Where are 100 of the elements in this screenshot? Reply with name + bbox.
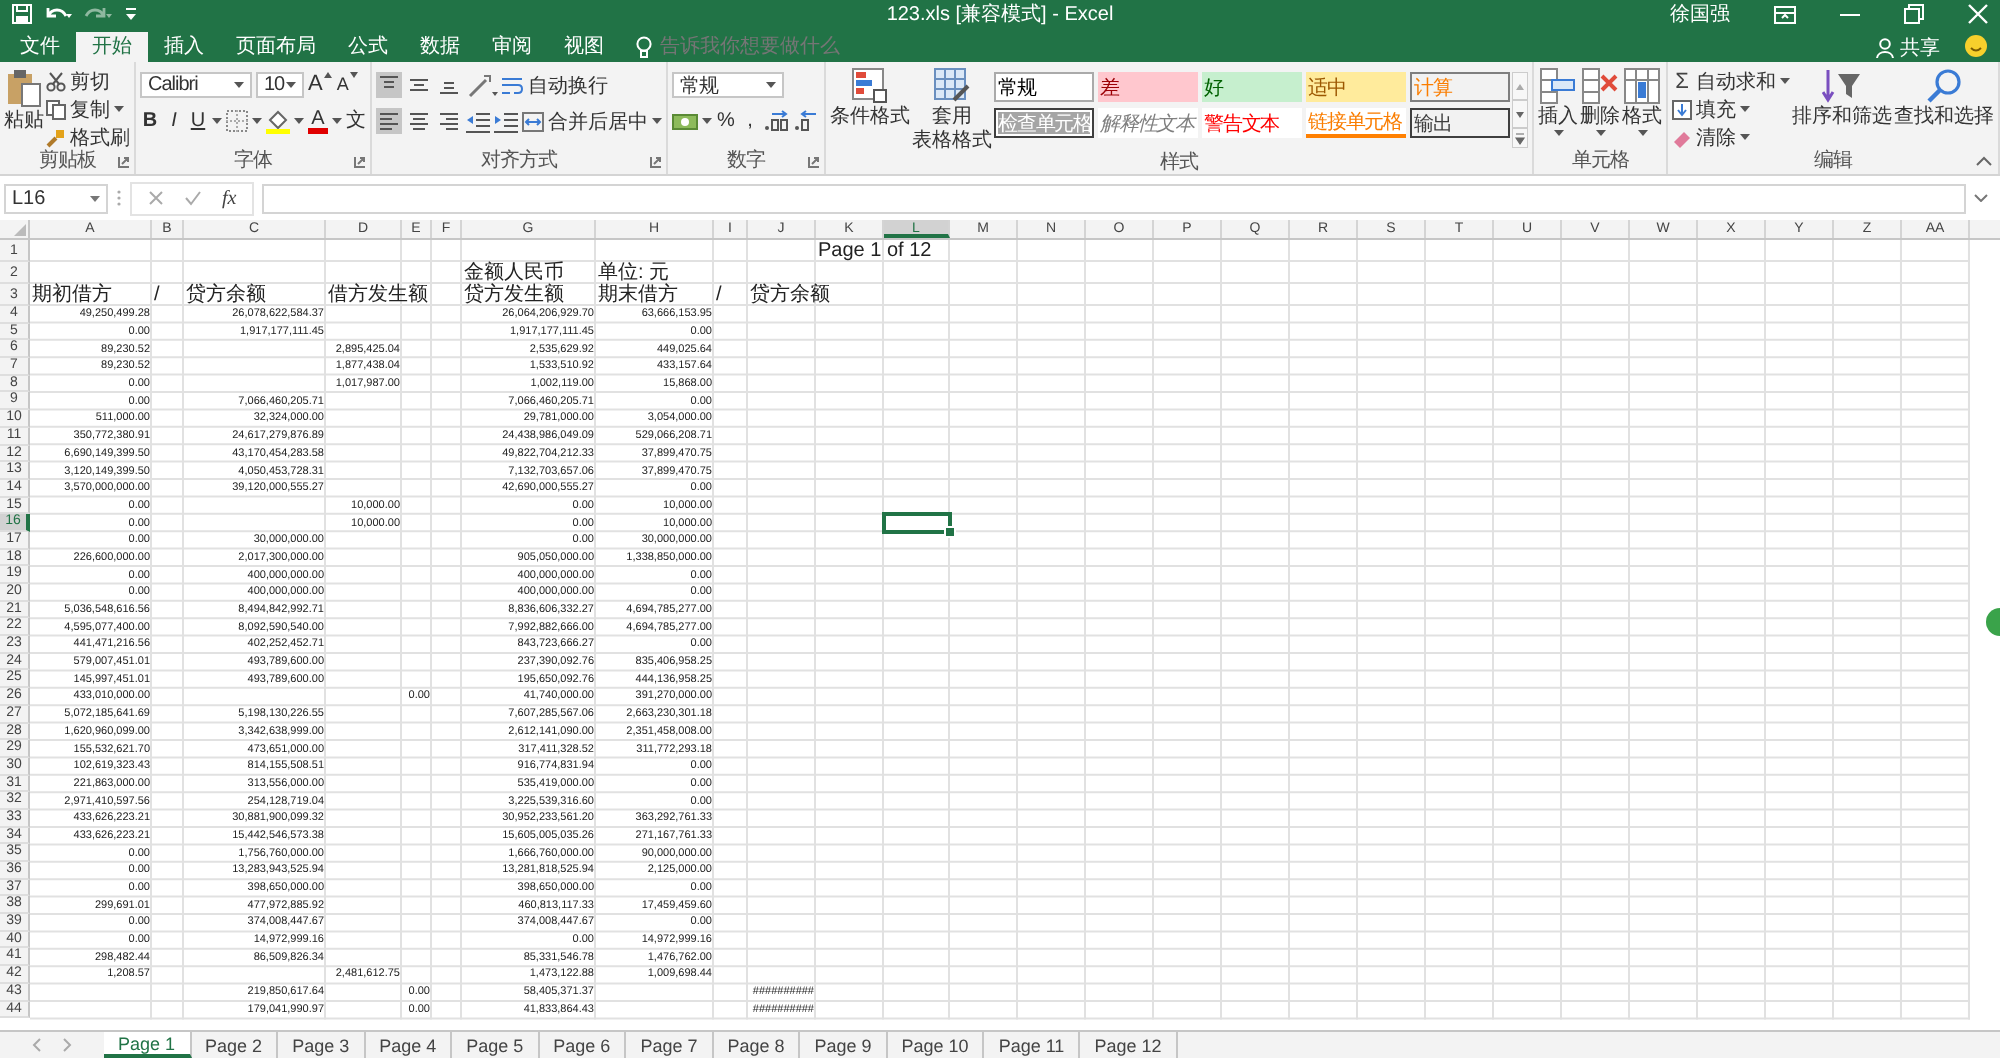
fill-button[interactable]: 填充 [1672,96,1790,122]
underline-button[interactable]: U [188,108,208,134]
sheet-tab[interactable]: Page 5 [452,1032,540,1058]
caret-icon [114,106,124,112]
cell-style-item[interactable]: 差 [1098,72,1198,102]
borders-icon[interactable] [226,110,248,132]
up-caret-icon [324,72,333,78]
cell-style-item[interactable]: 解释性文本 [1098,108,1198,138]
wrap-text-button[interactable]: 自动换行 [502,72,608,98]
caret-icon[interactable] [702,118,712,124]
check-icon[interactable] [184,190,202,206]
ribbon-tab[interactable]: 审阅 [476,32,548,62]
delete-cells-icon [1582,68,1618,104]
caret-icon[interactable] [332,118,342,124]
format-painter-button[interactable]: 格式刷 [46,124,130,150]
user-name[interactable]: 徐国强 [1670,0,1730,28]
decrease-indent-icon[interactable] [466,109,490,133]
scroll-down-icon[interactable] [1512,100,1528,128]
format-as-table-button[interactable]: 套用 表格格式 [912,68,992,152]
ribbon-tab[interactable]: 页面布局 [220,32,332,62]
orientation-icon[interactable] [466,73,498,97]
currency-icon[interactable] [672,110,698,132]
table-cell: Page 1 of 12 [818,241,932,261]
find-select-button[interactable]: 查找和选择 [1894,68,1994,128]
dialog-launcher-icon[interactable] [118,156,130,168]
caret-icon[interactable] [294,118,304,124]
align-top-icon[interactable] [376,72,402,98]
align-left-icon[interactable] [376,108,402,134]
shrink-font-button[interactable]: A [336,72,359,98]
expand-caret-icon[interactable] [1974,194,1988,202]
more-styles-icon[interactable] [1512,128,1528,148]
percent-button[interactable]: % [716,108,736,134]
insert-function-button[interactable]: fx [222,187,237,209]
bold-button[interactable]: B [140,108,160,134]
cell-style-item[interactable]: 好 [1202,72,1302,102]
ribbon-tab[interactable]: 文件 [4,32,76,62]
sheet-tab[interactable]: Page 8 [713,1032,801,1058]
sheet-tab[interactable]: Page 1 [104,1032,192,1058]
sheet-tab[interactable]: Page 3 [278,1032,366,1058]
cut-button[interactable]: 剪切 [46,68,130,94]
font-color-button[interactable]: A [308,108,328,134]
ribbon-tab[interactable]: 公式 [332,32,404,62]
copy-button[interactable]: 复制 [46,96,130,122]
grow-font-button[interactable]: A [308,72,333,98]
number-format-field[interactable]: 常规 [672,72,784,98]
dialog-launcher-icon[interactable] [808,156,820,168]
collapse-ribbon-icon[interactable] [1976,156,1992,166]
ribbon-tab[interactable]: 视图 [548,32,620,62]
phonetic-button[interactable]: 文 [346,108,366,134]
increase-decimal-icon[interactable] [764,110,790,132]
cell-style-item[interactable]: 适中 [1306,72,1406,102]
cells-button[interactable]: 删除 [1580,68,1620,136]
cell-style-item[interactable]: 输出 [1410,108,1510,138]
cell-style-item[interactable]: 常规 [994,72,1094,102]
fill-color-icon[interactable] [266,109,290,133]
sort-filter-button[interactable]: 排序和筛选 [1792,68,1892,128]
cell-style-item[interactable]: 警告文本 [1202,108,1302,138]
decrease-decimal-icon[interactable] [794,110,820,132]
align-center-icon[interactable] [406,108,432,134]
restore-icon[interactable] [1904,4,1924,24]
paste-button[interactable]: 粘贴 [4,68,44,132]
selected-cell[interactable] [884,514,950,532]
name-box[interactable]: L16 [4,183,108,213]
ribbon-tab[interactable]: 数据 [404,32,476,62]
smiley-icon[interactable] [1964,34,1988,58]
ribbon-tab[interactable]: 开始 [76,32,148,62]
sheet-tab[interactable]: Page 2 [191,1032,279,1058]
sheet-tab[interactable]: Page 4 [365,1032,453,1058]
table-cell: 借方发生额 [328,285,428,305]
autosum-button[interactable]: Σ 自动求和 [1672,68,1790,94]
conditional-format-button[interactable]: 条件格式 [830,68,910,128]
caret-icon[interactable] [252,118,262,124]
align-right-icon[interactable] [436,108,462,134]
sheet-tab[interactable]: Page 11 [984,1032,1081,1058]
ribbon-tab[interactable]: 插入 [148,32,220,62]
sheet-tab[interactable]: Page 12 [1080,1032,1178,1058]
customize-caret-icon[interactable] [124,6,138,22]
dialog-launcher-icon[interactable] [650,156,662,168]
clear-button[interactable]: 清除 [1672,124,1790,150]
sheet-tab[interactable]: Page 7 [626,1032,714,1058]
italic-button[interactable]: I [164,108,184,134]
font-size-field[interactable]: 10 [256,72,304,98]
increase-indent-icon[interactable] [494,109,518,133]
save-icon[interactable] [12,4,32,24]
sheet-tab[interactable]: Page 9 [800,1032,888,1058]
merge-center-button[interactable]: 合并后居中 [522,108,662,134]
cells-button[interactable]: 插入 [1538,68,1578,136]
cells-button[interactable]: 格式 [1622,68,1662,136]
caret-icon[interactable] [212,118,222,124]
share-button[interactable]: 共享 [1876,32,1940,62]
sheet-tab[interactable]: Page 6 [539,1032,627,1058]
tell-me-field[interactable]: 告诉我你想要做什么 [636,32,900,62]
lightbulb-icon [636,36,652,58]
comma-style-button[interactable]: , [740,108,760,134]
dialog-launcher-icon[interactable] [354,156,366,168]
sheet-tab[interactable]: Page 10 [887,1032,985,1058]
formula-input[interactable] [262,183,1966,213]
fill-handle[interactable] [944,525,956,538]
close-icon[interactable] [1968,4,1988,24]
font-name-field[interactable]: Calibri [140,72,252,98]
